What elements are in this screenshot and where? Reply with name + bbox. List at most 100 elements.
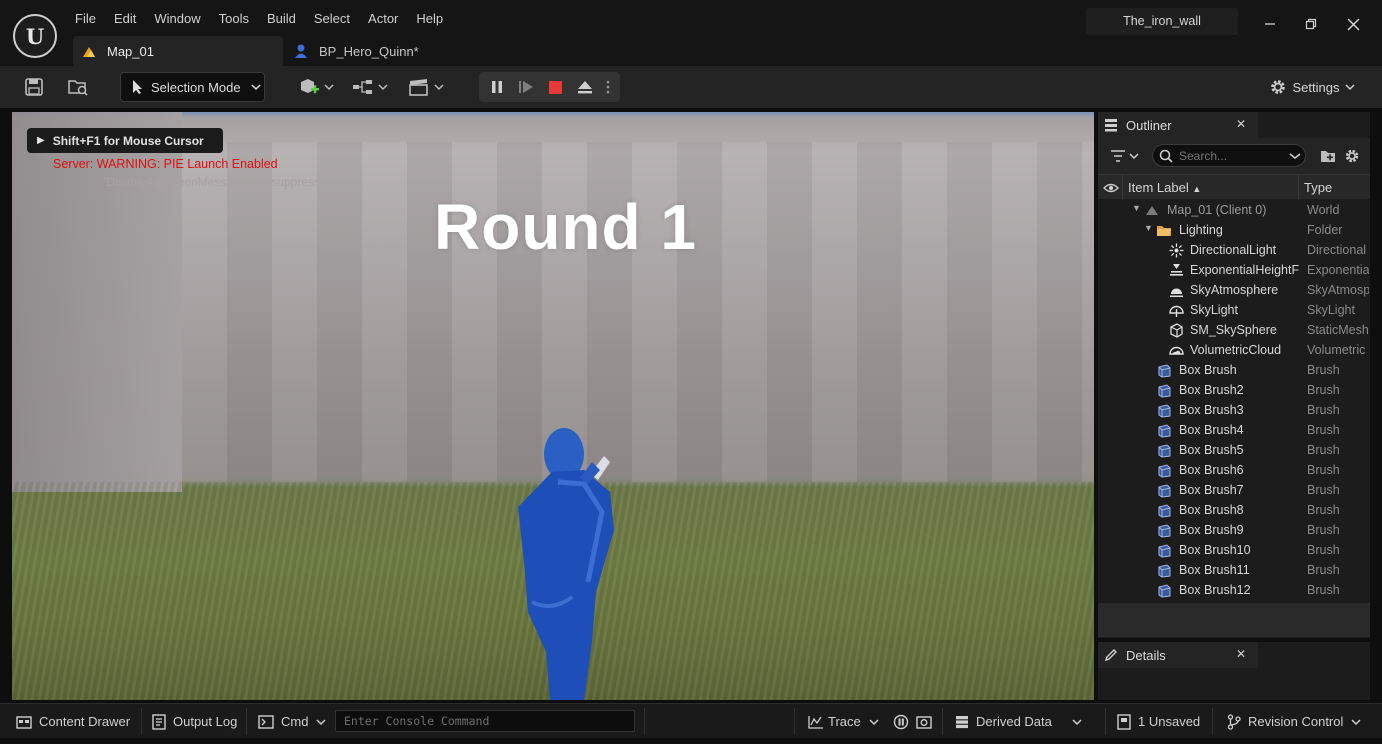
menu-window[interactable]: Window	[145, 8, 209, 30]
content-drawer-label: Content Drawer	[39, 714, 131, 729]
more-options-icon[interactable]	[606, 79, 610, 95]
level-viewport[interactable]: ▶ Shift+F1 for Mouse Cursor Server: WARN…	[12, 112, 1094, 700]
restore-button[interactable]	[1291, 8, 1331, 40]
details-title: Details	[1126, 647, 1166, 663]
console-input[interactable]	[336, 711, 634, 731]
chevron-down-icon[interactable]	[1289, 152, 1301, 160]
gear-icon[interactable]	[1344, 148, 1360, 164]
chevron-down-icon	[1072, 718, 1082, 725]
derived-data-dropdown[interactable]: Derived Data	[955, 704, 1082, 739]
outliner-row[interactable]: Box Brush6 Brush	[1098, 460, 1370, 480]
blueprints-button[interactable]	[350, 72, 390, 102]
browse-button[interactable]	[64, 72, 92, 102]
minimize-button[interactable]	[1250, 8, 1290, 40]
chevron-down-icon	[316, 718, 326, 725]
console-command[interactable]	[335, 710, 635, 732]
expand-arrow-icon[interactable]: ▼	[1132, 203, 1141, 213]
trace-dropdown[interactable]: Trace	[808, 704, 879, 739]
outliner-row[interactable]: Box Brush4 Brush	[1098, 420, 1370, 440]
search-input[interactable]	[1179, 148, 1289, 163]
selection-mode-dropdown[interactable]: Selection Mode	[120, 72, 265, 102]
content-drawer-button[interactable]: Content Drawer	[16, 704, 130, 739]
outliner-row[interactable]: Box Brush10 Brush	[1098, 540, 1370, 560]
menu-tools[interactable]: Tools	[210, 8, 258, 30]
branch-icon	[1227, 713, 1241, 730]
outliner-row-label: Box Brush12	[1179, 583, 1251, 597]
settings-label: Settings	[1292, 79, 1340, 95]
add-actor-button[interactable]	[296, 72, 336, 102]
outliner-row[interactable]: Box Brush12 Brush	[1098, 580, 1370, 600]
cmd-dropdown[interactable]: Cmd	[258, 704, 326, 739]
outliner-row-type: Brush	[1307, 583, 1340, 597]
tab-label: BP_Hero_Quinn*	[319, 43, 419, 59]
stop-icon[interactable]	[547, 79, 563, 95]
outliner-row-label: Box Brush6	[1179, 463, 1244, 477]
outliner-row-label: Box Brush4	[1179, 423, 1244, 437]
outliner-row[interactable]: Box Brush9 Brush	[1098, 520, 1370, 540]
outliner-row[interactable]: VolumetricCloud Volumetric	[1098, 340, 1370, 360]
play-arrow-icon: ▶	[37, 135, 45, 146]
brush-icon	[1156, 482, 1172, 498]
outliner-row[interactable]: Box Brush7 Brush	[1098, 480, 1370, 500]
outliner-row-type: Brush	[1307, 543, 1340, 557]
outliner-row[interactable]: Box Brush8 Brush	[1098, 500, 1370, 520]
outliner-row[interactable]: ExponentialHeightF Exponentia	[1098, 260, 1370, 280]
outliner-row[interactable]: Box Brush2 Brush	[1098, 380, 1370, 400]
column-separator	[1122, 175, 1123, 200]
eye-icon[interactable]	[1103, 182, 1119, 194]
close-window-button[interactable]	[1333, 8, 1373, 40]
step-icon[interactable]	[517, 79, 535, 95]
save-button[interactable]	[20, 72, 48, 102]
outliner-row[interactable]: SkyLight SkyLight	[1098, 300, 1370, 320]
outliner-search[interactable]	[1152, 144, 1306, 167]
settings-button[interactable]: Settings	[1266, 72, 1358, 102]
level-icon	[83, 47, 95, 57]
revision-control-dropdown[interactable]: Revision Control	[1227, 704, 1361, 739]
brush-icon	[1156, 542, 1172, 558]
outliner-row[interactable]: ▼ Map_01 (Client 0) World	[1098, 200, 1370, 220]
eject-icon[interactable]	[576, 79, 594, 95]
pause-icon[interactable]	[489, 79, 505, 95]
outliner-row-label: DirectionalLight	[1190, 243, 1277, 257]
outliner-row[interactable]: ▼ Lighting Folder	[1098, 220, 1370, 240]
outliner-row[interactable]: Box Brush11 Brush	[1098, 560, 1370, 580]
brush-icon	[1156, 582, 1172, 598]
outliner-row[interactable]: SkyAtmosphere SkyAtmosp	[1098, 280, 1370, 300]
gear-icon	[1270, 80, 1285, 94]
outliner-row[interactable]: SM_SkySphere StaticMesh	[1098, 320, 1370, 340]
column-item-label[interactable]: Item Label ▲	[1128, 180, 1201, 195]
menu-build[interactable]: Build	[258, 8, 305, 30]
close-tab-icon[interactable]: ✕	[1236, 647, 1246, 661]
close-tab-icon[interactable]: ✕	[1236, 117, 1246, 131]
tab-map-01[interactable]: Map_01	[73, 36, 283, 66]
column-type[interactable]: Type	[1304, 180, 1332, 195]
screenshot-button[interactable]	[916, 704, 932, 739]
filter-icon[interactable]	[1110, 149, 1140, 163]
outliner-row[interactable]: Box Brush Brush	[1098, 360, 1370, 380]
output-log-button[interactable]: Output Log	[152, 704, 237, 739]
unreal-logo-icon[interactable]: U	[13, 14, 57, 58]
divider	[794, 708, 795, 735]
sky-atmosphere-icon	[1168, 282, 1184, 298]
menu-help[interactable]: Help	[407, 8, 452, 30]
outliner-row[interactable]: Box Brush5 Brush	[1098, 440, 1370, 460]
menu-edit[interactable]: Edit	[105, 8, 145, 30]
menu-file[interactable]: File	[66, 8, 105, 30]
outliner-row[interactable]: Box Brush3 Brush	[1098, 400, 1370, 420]
menu-actor[interactable]: Actor	[359, 8, 407, 30]
outliner-row[interactable]: DirectionalLight Directional	[1098, 240, 1370, 260]
play-controls	[479, 72, 620, 102]
tab-bp-hero-quinn[interactable]: BP_Hero_Quinn*	[285, 36, 445, 66]
mouse-cursor-hint: ▶ Shift+F1 for Mouse Cursor	[27, 128, 223, 153]
add-folder-icon[interactable]	[1320, 149, 1336, 163]
menu-select[interactable]: Select	[305, 8, 359, 30]
selection-mode-label: Selection Mode	[151, 79, 241, 95]
brush-icon	[1156, 422, 1172, 438]
unsaved-button[interactable]: 1 Unsaved	[1117, 704, 1200, 739]
outliner-tab[interactable]: Outliner ✕	[1098, 112, 1258, 138]
record-button[interactable]	[893, 704, 909, 739]
details-tab[interactable]: Details ✕	[1098, 642, 1258, 668]
cinematics-button[interactable]	[406, 72, 446, 102]
details-panel: Details ✕	[1098, 642, 1370, 700]
expand-arrow-icon[interactable]: ▼	[1144, 223, 1153, 233]
